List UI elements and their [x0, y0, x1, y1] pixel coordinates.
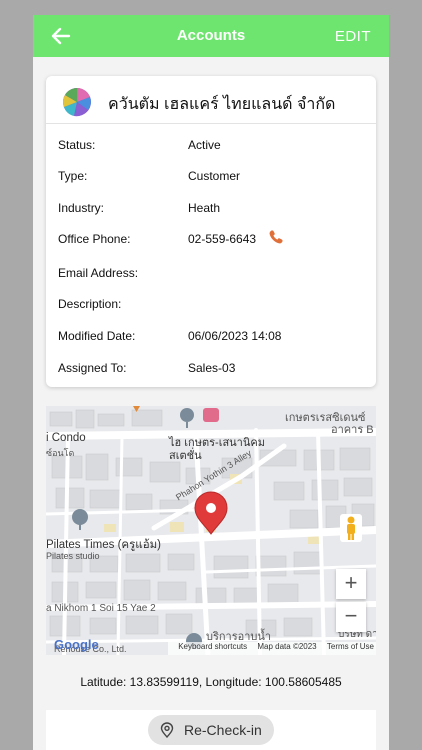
map-label-kaset-b: อาคาร B: [331, 424, 374, 436]
company-name: ควันตัม เฮลแคร์ ไทยแลนด์ จำกัด: [108, 96, 336, 113]
zoom-in-button[interactable]: +: [336, 569, 366, 599]
field-type: Type: Customer: [58, 169, 368, 189]
map-data-text: Map data ©2023: [257, 642, 317, 651]
field-value: 06/06/2023 14:08: [188, 329, 282, 343]
phone-icon[interactable]: [268, 229, 284, 245]
zoom-out-button[interactable]: −: [336, 602, 366, 632]
map-label-pilates-sub: Pilates studio: [46, 551, 100, 561]
location-coordinates: Latitude: 13.83599119, Longitude: 100.58…: [80, 675, 342, 689]
bottom-bar: Re-Check-in: [46, 710, 376, 750]
field-label: Office Phone:: [58, 232, 131, 246]
field-value: Active: [188, 138, 221, 152]
app-bar: Accounts EDIT: [33, 15, 389, 57]
field-status: Status: Active: [58, 138, 368, 158]
google-logo[interactable]: Google: [54, 637, 99, 652]
field-label: Email Address:: [58, 266, 139, 280]
field-label: Description:: [58, 297, 122, 311]
phone-value[interactable]: 02-559-6643: [188, 232, 256, 246]
edit-button[interactable]: EDIT: [335, 28, 371, 45]
field-label: Modified Date:: [58, 329, 136, 343]
map-attribution: Keyboard shortcuts Map data ©2023 Terms …: [168, 642, 376, 655]
location-map[interactable]: i Condo ซ์อนโด เกษตรเรสซิเดนซ์ อาคาร B ไ…: [46, 406, 376, 655]
account-header: ควันตัม เฮลแคร์ ไทยแลนด์ จำกัด: [46, 76, 376, 124]
field-value: Heath: [188, 201, 221, 215]
field-value: Customer: [188, 169, 241, 183]
field-modified-date: Modified Date: 06/06/2023 14:08: [58, 329, 368, 349]
field-label: Industry:: [58, 201, 105, 215]
terms-of-use-link[interactable]: Terms of Use: [327, 642, 374, 651]
map-label-station-2: สเตชั่น: [169, 450, 202, 462]
map-label-condo: i Condo: [46, 432, 86, 444]
field-assigned-to: Assigned To: Sales-03: [58, 361, 368, 381]
field-label: Status:: [58, 138, 96, 152]
field-email: Email Address:: [58, 266, 368, 286]
account-card: ควันตัม เฮลแคร์ ไทยแลนด์ จำกัด Status: A…: [46, 76, 376, 387]
pie-logo-icon: [63, 88, 91, 117]
location-pin-icon: [160, 722, 174, 738]
map-label-condo-th: ซ์อนโด: [46, 448, 75, 458]
field-description: Description:: [58, 297, 368, 317]
field-label: Type:: [58, 169, 88, 183]
field-value: Sales-03: [188, 361, 236, 375]
map-label-nikhom: a Nikhom 1 Soi 15 Yae 2: [46, 603, 156, 614]
field-industry: Industry: Heath: [58, 201, 368, 221]
field-label: Assigned To:: [58, 361, 127, 375]
app-screen: Accounts EDIT ควันตัม เฮลแคร์ ไทยแลนด์ จ…: [33, 15, 389, 750]
street-view-pegman: [340, 514, 362, 542]
field-office-phone: Office Phone: 02-559-6643: [58, 229, 368, 252]
re-check-in-button[interactable]: Re-Check-in: [148, 715, 274, 745]
re-check-in-label: Re-Check-in: [184, 722, 262, 738]
keyboard-shortcuts-link[interactable]: Keyboard shortcuts: [178, 642, 247, 651]
